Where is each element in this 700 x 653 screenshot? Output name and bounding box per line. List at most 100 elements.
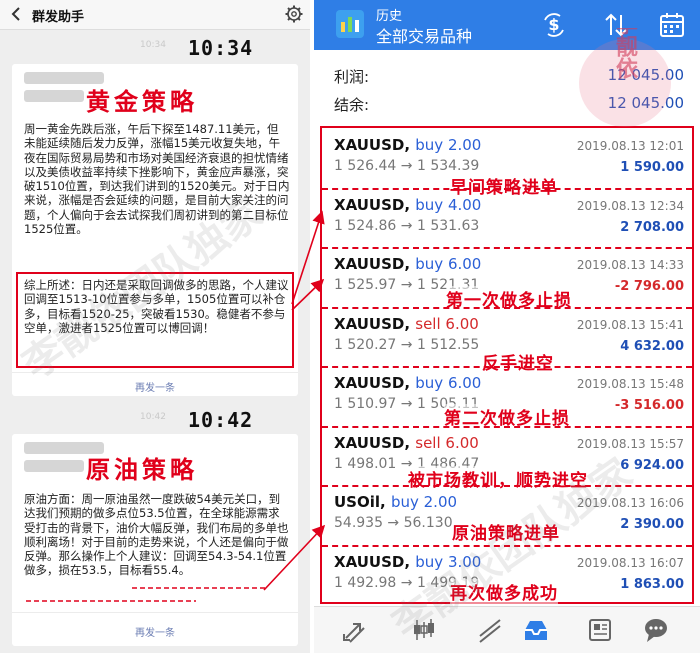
trade-date: 2019.08.13 12:34 xyxy=(576,198,684,213)
trade-row[interactable]: XAUUSD, buy 6.00 2019.08.13 15:48 1 510.97… xyxy=(322,366,692,429)
trade-date: 2019.08.13 12:01 xyxy=(576,139,684,153)
history-inbox-icon[interactable] xyxy=(522,616,550,644)
trade-divider xyxy=(322,366,692,368)
message-body: 周一黄金先跌后涨，午后下探至1487.11美元，但未能延续随后发力反弹，涨幅15… xyxy=(24,122,290,236)
trade-side: sell 6.00 xyxy=(415,314,479,333)
trade-date: 2019.08.13 15:57 xyxy=(576,436,684,451)
trade-symbol: XAUUSD, xyxy=(334,433,411,452)
message-card-gold: 黄金策略 周一黄金先跌后涨，午后下探至1487.11美元，但未能延续随后发力反弹… xyxy=(12,64,298,396)
chat-title: 群发助手 xyxy=(32,10,85,25)
app-logo-icon xyxy=(336,10,364,38)
svg-text:$: $ xyxy=(548,15,559,34)
trade-row[interactable]: XAUUSD, buy 6.00 2019.08.13 14:33 1 525.97… xyxy=(322,247,692,311)
trade-title: XAUUSD, sell 6.00 xyxy=(334,315,479,333)
trade-divider xyxy=(322,247,692,249)
blurred-recipient-line xyxy=(24,460,84,472)
chat-header: 群发助手 xyxy=(0,0,310,30)
trade-profit: 6 924.00 xyxy=(620,457,684,473)
message-small-time: 10:34 xyxy=(140,40,166,50)
news-icon[interactable] xyxy=(586,616,614,644)
quotes-arrows-icon[interactable] xyxy=(340,616,368,644)
message-paragraph: 周一黄金先跌后涨，午后下探至1487.11美元，但未能延续随后发力反弹，涨幅15… xyxy=(24,122,290,237)
message-big-time: 10:34 xyxy=(188,36,254,60)
trade-symbol: XAUUSD, xyxy=(334,195,411,214)
trade-divider xyxy=(322,544,692,547)
message-body: 原油方面：周一原油虽然一度跌破54美元关口，到达我们预期的做多点位53.5位置，… xyxy=(24,492,290,578)
trade-symbol: XAUUSD, xyxy=(334,314,411,333)
back-arrow-icon[interactable] xyxy=(6,3,28,25)
sort-icon[interactable] xyxy=(602,11,630,39)
trade-annotation: 原油策略进单 xyxy=(452,519,560,544)
trade-side: sell 6.00 xyxy=(415,433,479,452)
trade-title: XAUUSD, sell 6.00 xyxy=(334,434,479,452)
trade-side: buy 2.00 xyxy=(415,136,482,154)
trade-profit: 2 708.00 xyxy=(620,219,684,235)
trade-side: buy 3.00 xyxy=(415,552,482,571)
trade-title: XAUUSD, buy 3.00 xyxy=(334,553,481,571)
trading-app-pane: 历史 全部交易品种 $ 利润: 12 045.00 结余: 12 045.00 … xyxy=(314,0,700,653)
currency-exchange-icon[interactable]: $ xyxy=(540,11,568,39)
app-subtitle[interactable]: 全部交易品种 xyxy=(376,23,472,47)
blurred-recipient-line xyxy=(24,90,84,102)
trade-profit: 1 863.00 xyxy=(620,576,684,592)
trade-profit: -2 796.00 xyxy=(614,279,684,294)
chart-candles-icon[interactable] xyxy=(410,616,438,644)
trade-prices: 1 520.27 → 1 512.55 xyxy=(334,336,480,353)
trade-title: XAUUSD, buy 6.00 xyxy=(334,374,481,392)
trade-symbol: USOil, xyxy=(334,493,386,511)
trade-row[interactable]: XAUUSD, buy 4.00 2019.08.13 12:34 1 524.86… xyxy=(322,188,692,248)
message-title: 原油策略 xyxy=(86,455,198,484)
bottom-tab-bar xyxy=(314,606,700,653)
trade-date: 2019.08.13 16:06 xyxy=(576,496,684,510)
trade-prices: 54.935 → 56.130 xyxy=(334,515,453,531)
trade-row[interactable]: XAUUSD, buy 2.00 2019.08.13 12:01 1 526.44… xyxy=(322,128,692,198)
trade-profit: 1 590.00 xyxy=(620,160,684,175)
trade-divider xyxy=(322,187,692,190)
message-paragraph: 综上所述：日内还是采取回调做多的思路，个人建议回调至1513-10位置参与多单，… xyxy=(24,278,289,335)
trade-profit: 4 632.00 xyxy=(620,338,684,354)
gear-icon[interactable] xyxy=(284,4,304,24)
message-small-time: 10:42 xyxy=(140,412,166,422)
trade-side: buy 6.00 xyxy=(415,374,482,392)
trade-history-list: XAUUSD, buy 2.00 2019.08.13 12:01 1 526.44… xyxy=(320,126,694,604)
profit-value: 12 045.00 xyxy=(607,66,684,84)
card-divider xyxy=(12,612,298,613)
message-paragraph: 原油方面：周一原油虽然一度跌破54美元关口，到达我们预期的做多点位53.5位置，… xyxy=(24,492,289,578)
trade-title: USOil, buy 2.00 xyxy=(334,493,457,511)
screenshot-root: 群发助手 10:34 10:34 黄金策略 周一黄金先跌后涨，午后下探至1487… xyxy=(0,0,700,653)
trade-divider xyxy=(322,485,692,487)
trade-row[interactable]: XAUUSD, sell 6.00 2019.08.13 15:41 1 520.2… xyxy=(322,307,692,374)
trade-title: XAUUSD, buy 6.00 xyxy=(334,255,481,273)
repost-link[interactable]: 再发一条 xyxy=(12,624,298,639)
trade-row[interactable]: XAUUSD, buy 3.00 2019.08.13 16:07 1 492.98… xyxy=(322,545,692,605)
trade-profit: -3 516.00 xyxy=(614,398,684,413)
balance-value: 12 045.00 xyxy=(607,94,684,112)
repost-link[interactable]: 再发一条 xyxy=(12,379,298,394)
trade-date: 2019.08.13 15:41 xyxy=(576,317,684,332)
trade-symbol: XAUUSD, xyxy=(334,374,411,392)
app-bar: 历史 全部交易品种 $ xyxy=(314,0,700,50)
trade-side: buy 4.00 xyxy=(415,195,482,214)
trade-side: buy 2.00 xyxy=(390,493,458,511)
trade-divider xyxy=(322,425,692,428)
trade-date: 2019.08.13 15:48 xyxy=(576,377,684,391)
trade-prices: 1 524.86 → 1 531.63 xyxy=(334,217,480,234)
trade-row[interactable]: XAUUSD, sell 6.00 2019.08.13 15:57 1 498.0… xyxy=(322,426,692,491)
app-title: 历史 xyxy=(376,9,403,24)
trade-title: XAUUSD, buy 4.00 xyxy=(334,196,481,214)
message-body: 综上所述：日内还是采取回调做多的思路，个人建议回调至1513-10位置参与多单，… xyxy=(24,278,290,335)
trade-date: 2019.08.13 16:07 xyxy=(576,555,684,570)
trade-annotation: 再次做多成功 xyxy=(450,578,558,604)
trade-side: buy 6.00 xyxy=(415,255,482,273)
trade-title: XAUUSD, buy 2.00 xyxy=(334,136,481,154)
trade-prices: 1 526.44 → 1 534.39 xyxy=(334,158,480,174)
messages-icon[interactable] xyxy=(642,616,670,644)
trade-row[interactable]: USOil, buy 2.00 2019.08.13 16:06 54.935 → … xyxy=(322,485,692,545)
calendar-icon[interactable] xyxy=(658,11,686,39)
trade-profit: 2 390.00 xyxy=(620,517,684,532)
trade-divider xyxy=(322,306,692,309)
balance-label: 结余: xyxy=(334,96,370,114)
message-title: 黄金策略 xyxy=(86,87,198,116)
trade-lines-icon[interactable] xyxy=(476,616,504,644)
trade-symbol: XAUUSD, xyxy=(334,136,411,154)
